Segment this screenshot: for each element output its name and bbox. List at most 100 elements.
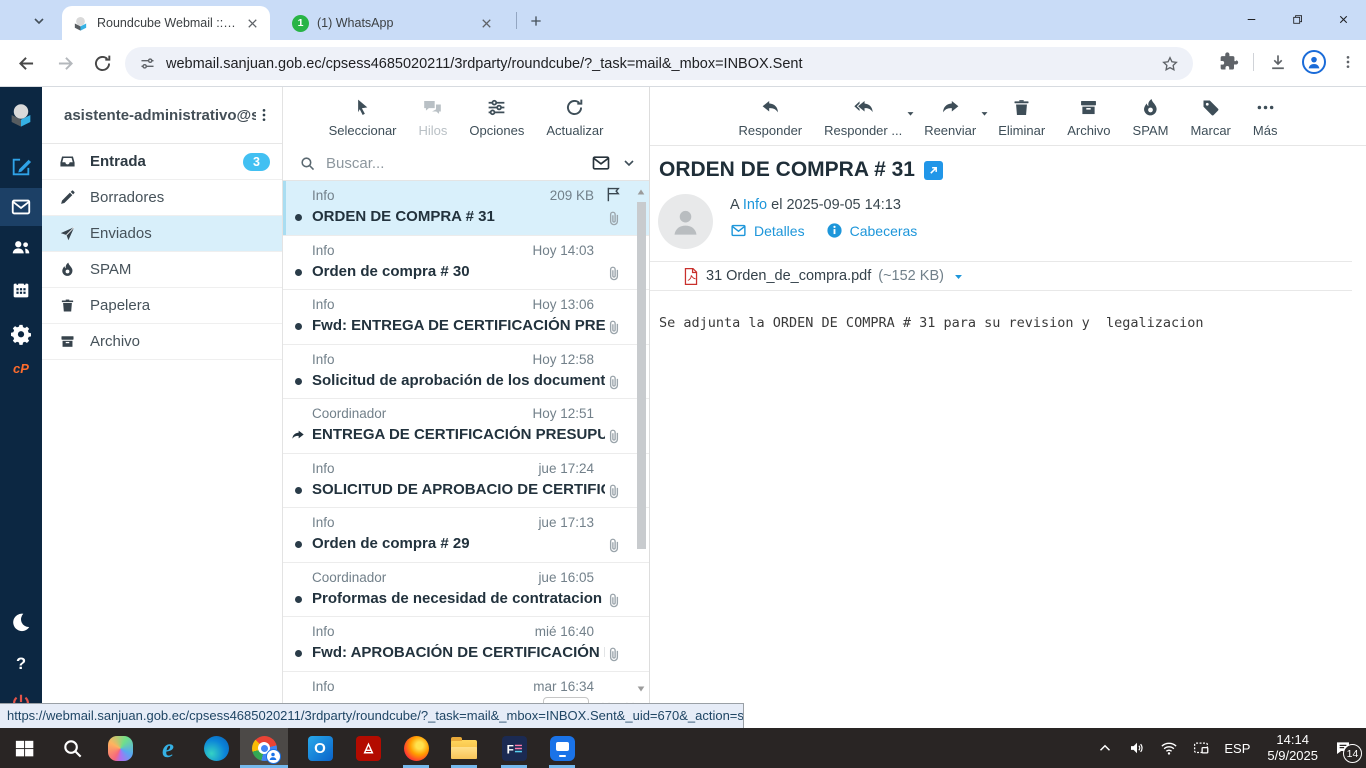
file-explorer-icon bbox=[451, 737, 477, 759]
toolbar-button[interactable]: Hilos bbox=[409, 94, 458, 146]
message-row[interactable]: Coordinador jue 16:05 Proformas de neces… bbox=[283, 562, 649, 617]
network-button[interactable] bbox=[1153, 728, 1185, 768]
search-options-chevron-icon[interactable] bbox=[621, 155, 637, 171]
taskbar-outlook-button[interactable]: O bbox=[296, 728, 344, 768]
folder-item[interactable]: Entrada 3 bbox=[42, 144, 282, 180]
taskbar-edge-button[interactable] bbox=[192, 728, 240, 768]
speaker-icon bbox=[1128, 739, 1146, 757]
scroll-up-icon[interactable] bbox=[636, 187, 646, 197]
tab-close-icon[interactable] bbox=[479, 16, 494, 31]
url-text[interactable]: webmail.sanjuan.gob.ec/cpsess4685020211/… bbox=[166, 56, 1151, 72]
scroll-down-icon[interactable] bbox=[636, 684, 646, 694]
cpanel-button[interactable]: cP bbox=[0, 349, 42, 387]
recipient-link[interactable]: Info bbox=[743, 197, 767, 213]
headers-link[interactable]: Cabeceras bbox=[850, 223, 918, 239]
bookmark-star-icon[interactable] bbox=[1161, 55, 1179, 73]
attachment-icon bbox=[605, 319, 623, 337]
message-row[interactable]: Info Hoy 14:03 Orden de compra # 30 bbox=[283, 235, 649, 290]
message-row[interactable]: Info 209 KB ORDEN DE COMPRA # 31 bbox=[283, 181, 649, 236]
roundcube-logo bbox=[0, 96, 42, 134]
browser-menu-icon[interactable] bbox=[1340, 53, 1356, 71]
forward-button[interactable] bbox=[55, 53, 76, 74]
taskbar-acrobat-button[interactable] bbox=[344, 728, 392, 768]
message-row[interactable]: Info Hoy 13:06 Fwd: ENTREGA DE CERTIFICA… bbox=[283, 290, 649, 345]
calendar-nav-button[interactable] bbox=[0, 271, 42, 309]
language-button[interactable]: ESP bbox=[1217, 728, 1257, 768]
settings-nav-button[interactable] bbox=[0, 315, 42, 353]
folder-item[interactable]: Archivo bbox=[42, 324, 282, 360]
address-bar[interactable]: webmail.sanjuan.gob.ec/cpsess4685020211/… bbox=[125, 47, 1193, 80]
taskbar-copilot-button[interactable] bbox=[96, 728, 144, 768]
minimize-button[interactable] bbox=[1228, 0, 1274, 38]
details-link[interactable]: Detalles bbox=[754, 223, 805, 239]
toolbar-button[interactable]: Responder ... bbox=[814, 94, 914, 145]
reload-button[interactable] bbox=[92, 53, 113, 74]
folder-item[interactable]: Papelera bbox=[42, 288, 282, 324]
taskbar-forms-app-button[interactable] bbox=[538, 728, 586, 768]
taskbar-chrome-button[interactable] bbox=[240, 728, 288, 768]
new-tab-button[interactable] bbox=[524, 9, 548, 33]
toolbar-button[interactable]: Reenviar bbox=[914, 94, 988, 145]
close-button[interactable] bbox=[1320, 0, 1366, 38]
folder-item[interactable]: SPAM bbox=[42, 252, 282, 288]
toolbar-button[interactable]: Archivo bbox=[1057, 94, 1120, 145]
tray-time: 14:14 bbox=[1276, 732, 1309, 747]
taskbar-fec-app-button[interactable]: F bbox=[490, 728, 538, 768]
help-button[interactable]: ? bbox=[0, 644, 42, 682]
message-row[interactable]: Info jue 17:13 Orden de compra # 29 bbox=[283, 508, 649, 563]
toolbar-button[interactable]: Eliminar bbox=[988, 94, 1055, 145]
mail-nav-button[interactable] bbox=[0, 188, 42, 226]
search-input[interactable] bbox=[326, 154, 581, 172]
taskbar-search-button[interactable] bbox=[48, 728, 96, 768]
tab-title: (1) WhatsApp bbox=[317, 16, 394, 30]
open-in-new-window-icon[interactable] bbox=[923, 160, 943, 180]
tab-title: Roundcube Webmail :: Enviados bbox=[97, 16, 237, 30]
cast-button[interactable] bbox=[1185, 728, 1217, 768]
volume-button[interactable] bbox=[1121, 728, 1153, 768]
message-row[interactable]: Info jue 17:24 SOLICITUD DE APROBACIO DE… bbox=[283, 453, 649, 508]
toolbar-button[interactable]: SPAM bbox=[1123, 94, 1179, 145]
restore-icon bbox=[1291, 13, 1304, 26]
flag-icon[interactable] bbox=[604, 185, 623, 204]
attachment-name[interactable]: 31 Orden_de_compra.pdf bbox=[706, 268, 871, 284]
message-row[interactable]: Coordinador Hoy 12:51 ENTREGA DE CERTIFI… bbox=[283, 399, 649, 454]
folder-menu-icon[interactable] bbox=[256, 106, 272, 124]
site-info-icon[interactable] bbox=[139, 55, 156, 72]
start-button[interactable] bbox=[0, 728, 48, 768]
downloads-icon[interactable] bbox=[1268, 52, 1288, 72]
tab-search-button[interactable] bbox=[26, 10, 52, 32]
taskbar-firefox-button[interactable] bbox=[392, 728, 440, 768]
taskbar-explorer-button[interactable] bbox=[440, 728, 488, 768]
subject-row: ORDEN DE COMPRA # 31 bbox=[659, 158, 943, 182]
scrollbar-thumb[interactable] bbox=[637, 202, 646, 549]
attachment-bar[interactable]: 31 Orden_de_compra.pdf (~152 KB) bbox=[650, 261, 1352, 291]
tab-whatsapp[interactable]: 1 (1) WhatsApp bbox=[282, 6, 504, 40]
restore-button[interactable] bbox=[1274, 0, 1320, 38]
toolbar-button[interactable]: Más bbox=[1243, 94, 1288, 145]
profile-avatar-icon[interactable] bbox=[1302, 50, 1326, 74]
unread-dot bbox=[295, 268, 302, 276]
message-row[interactable]: Info mié 16:40 Fwd: APROBACIÓN DE CERTIF… bbox=[283, 617, 649, 672]
folder-item[interactable]: Enviados bbox=[42, 216, 282, 252]
compose-button[interactable] bbox=[0, 148, 42, 186]
folder-item[interactable]: Borradores bbox=[42, 180, 282, 216]
toolbar-button[interactable]: Actualizar bbox=[536, 94, 613, 146]
contacts-nav-button[interactable] bbox=[0, 228, 42, 266]
toolbar-button[interactable]: Marcar bbox=[1180, 94, 1240, 145]
toolbar-button[interactable]: Seleccionar bbox=[319, 94, 407, 146]
clock[interactable]: 14:14 5/9/2025 bbox=[1257, 732, 1328, 764]
tray-expand-button[interactable] bbox=[1089, 728, 1121, 768]
action-center-button[interactable]: 14 bbox=[1328, 728, 1366, 768]
toolbar-button[interactable]: Responder bbox=[729, 94, 813, 145]
tab-close-icon[interactable] bbox=[245, 16, 260, 31]
toolbar-button[interactable]: Opciones bbox=[459, 94, 534, 146]
taskbar-ie-button[interactable]: e bbox=[144, 728, 192, 768]
tab-roundcube[interactable]: Roundcube Webmail :: Enviados bbox=[62, 6, 270, 40]
back-button[interactable] bbox=[16, 53, 37, 74]
attachment-menu-caret-icon[interactable] bbox=[951, 269, 966, 284]
message-row[interactable]: Info Hoy 12:58 Solicitud de aprobación d… bbox=[283, 344, 649, 399]
dark-mode-button[interactable] bbox=[0, 603, 42, 641]
message-sender: Info bbox=[312, 460, 335, 476]
search-scope-icon[interactable] bbox=[591, 153, 611, 173]
extensions-icon[interactable] bbox=[1219, 52, 1239, 72]
